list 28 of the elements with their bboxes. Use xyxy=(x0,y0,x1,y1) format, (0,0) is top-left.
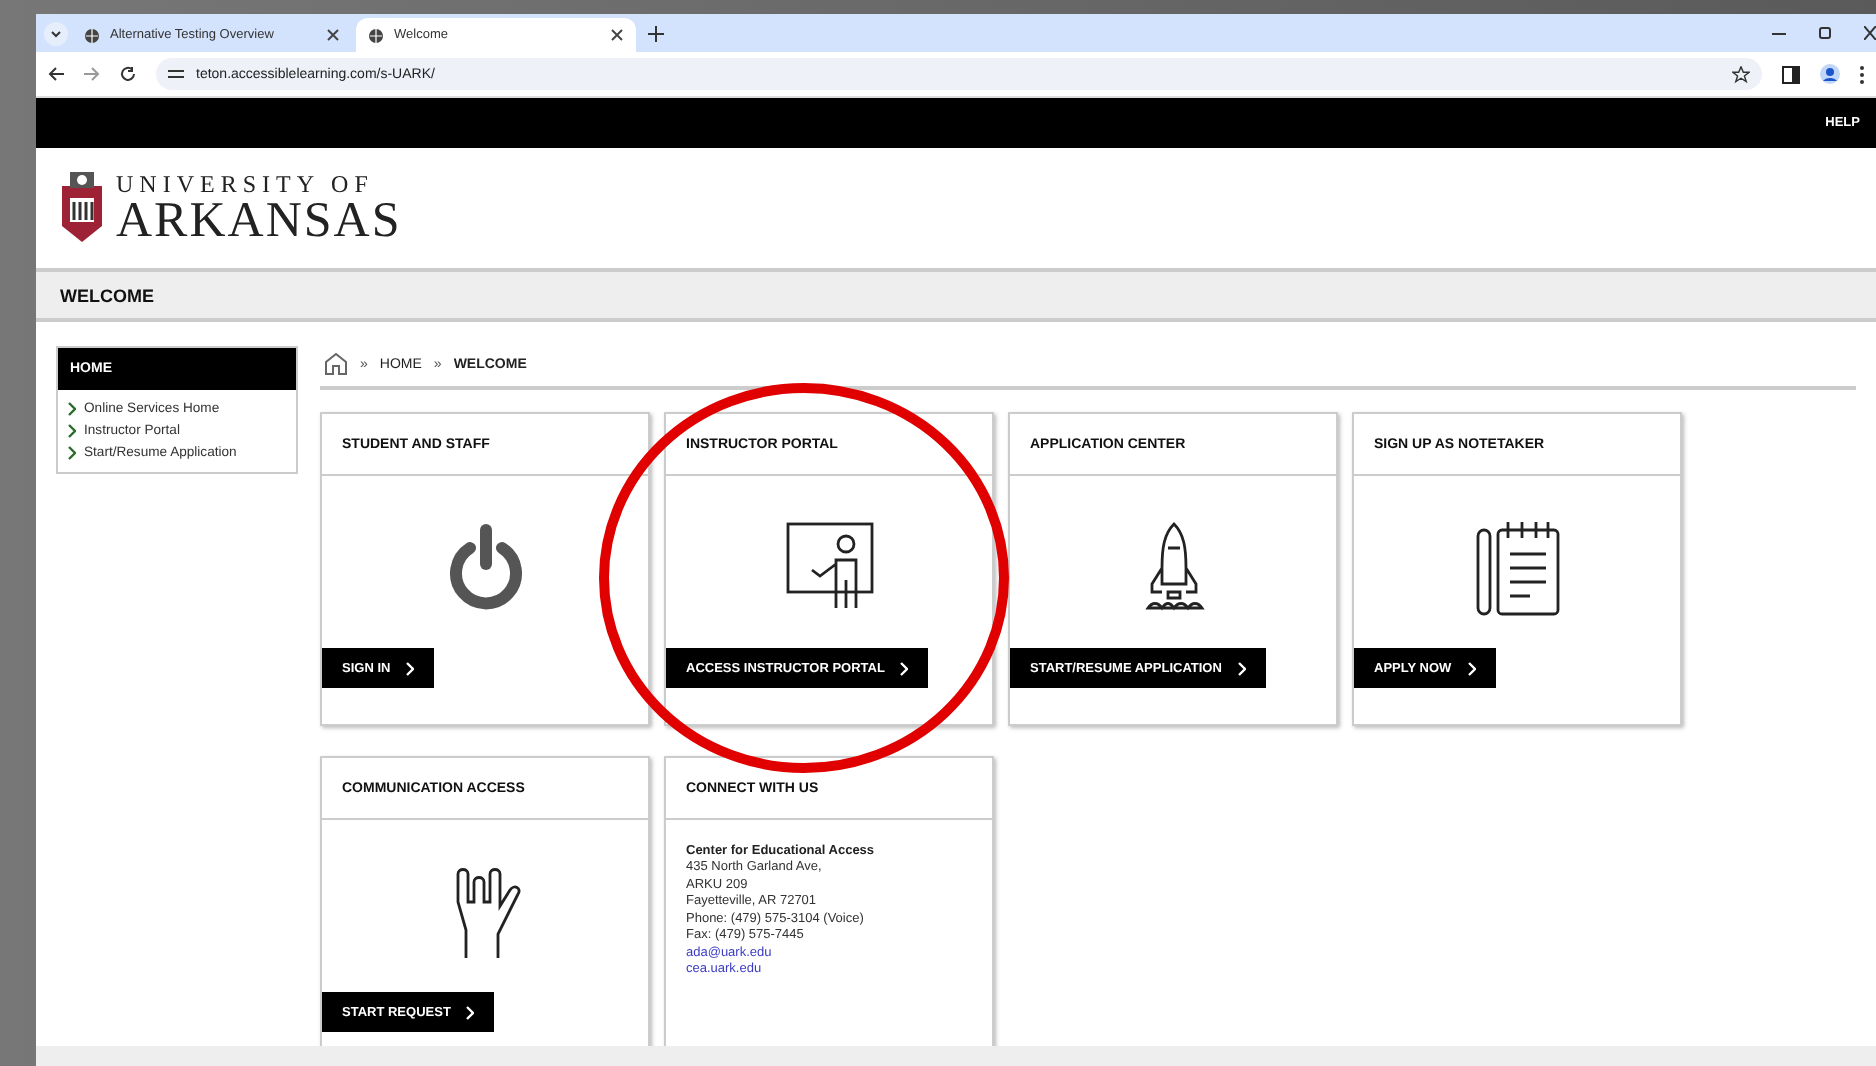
back-icon[interactable] xyxy=(48,66,64,82)
home-icon[interactable] xyxy=(324,352,348,376)
power-icon xyxy=(445,524,525,612)
notepad-icon xyxy=(1473,518,1561,618)
tab-search-icon[interactable] xyxy=(44,21,68,45)
chevron-right-icon xyxy=(1467,661,1476,675)
new-tab-icon[interactable] xyxy=(648,25,664,41)
profile-icon[interactable] xyxy=(1820,64,1840,84)
globe-icon xyxy=(84,27,100,43)
logo-text: ARKANSAS xyxy=(116,195,402,245)
logo-text: UNIVERSITY OF xyxy=(116,171,376,195)
chevron-right-icon xyxy=(1237,661,1246,675)
globe-icon xyxy=(368,27,384,43)
forward-icon[interactable] xyxy=(84,66,100,82)
close-icon[interactable] xyxy=(1864,26,1876,40)
reload-icon[interactable] xyxy=(120,66,136,82)
rocket-icon xyxy=(1141,520,1205,616)
university-crest-icon xyxy=(60,170,104,246)
site-info-icon[interactable] xyxy=(168,68,184,80)
close-icon[interactable] xyxy=(326,28,340,42)
page-title: WELCOME xyxy=(60,285,154,305)
close-icon[interactable] xyxy=(610,28,624,42)
side-panel-icon[interactable] xyxy=(1782,65,1800,83)
chevron-right-icon xyxy=(466,1005,475,1019)
chevron-right-icon xyxy=(406,661,415,675)
chevron-right-icon xyxy=(900,661,909,675)
restore-icon[interactable] xyxy=(1818,26,1832,40)
star-icon[interactable] xyxy=(1732,65,1750,83)
